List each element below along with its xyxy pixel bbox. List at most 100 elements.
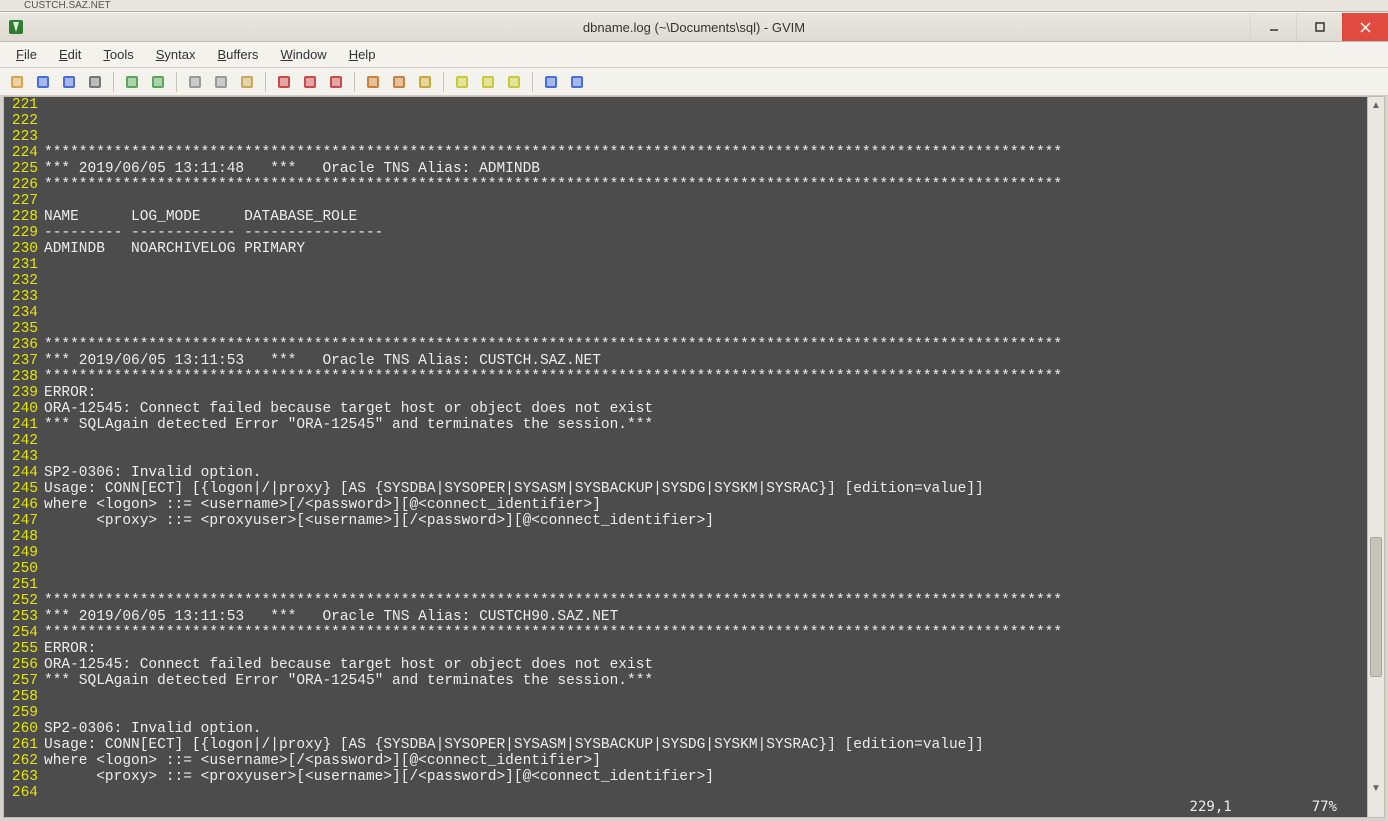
menu-file[interactable]: File (6, 44, 47, 65)
editor-line[interactable]: 260SP2-0306: Invalid option. (4, 721, 1367, 737)
line-content: ****************************************… (44, 625, 1367, 641)
editor-area: 221222223224****************************… (3, 96, 1385, 818)
close-button[interactable] (1342, 13, 1388, 41)
scroll-down-arrow[interactable]: ▼ (1368, 780, 1384, 797)
line-content (44, 273, 1367, 289)
line-content: SP2-0306: Invalid option. (44, 465, 1367, 481)
editor-line[interactable]: 245Usage: CONN[ECT] [{logon|/|proxy} [AS… (4, 481, 1367, 497)
line-number: 229 (4, 225, 44, 241)
find-next-icon[interactable] (299, 71, 321, 93)
editor-line[interactable]: 243 (4, 449, 1367, 465)
save-all-icon[interactable] (58, 71, 80, 93)
line-content: ****************************************… (44, 145, 1367, 161)
editor-line[interactable]: 249 (4, 545, 1367, 561)
line-content: *** 2019/06/05 13:11:48 *** Oracle TNS A… (44, 161, 1367, 177)
vertical-scrollbar[interactable]: ▲ ▼ (1367, 97, 1384, 817)
editor-line[interactable]: 241*** SQLAgain detected Error "ORA-1254… (4, 417, 1367, 433)
menu-edit[interactable]: Edit (49, 44, 91, 65)
editor-line[interactable]: 223 (4, 129, 1367, 145)
tag-icon[interactable] (503, 71, 525, 93)
editor-line[interactable]: 227 (4, 193, 1367, 209)
editor-line[interactable]: 237*** 2019/06/05 13:11:53 *** Oracle TN… (4, 353, 1367, 369)
shell-icon[interactable] (477, 71, 499, 93)
line-number: 259 (4, 705, 44, 721)
editor-line[interactable]: 258 (4, 689, 1367, 705)
menu-buffers[interactable]: Buffers (207, 44, 268, 65)
line-content (44, 545, 1367, 561)
save-session-icon[interactable] (388, 71, 410, 93)
editor-line[interactable]: 225*** 2019/06/05 13:11:48 *** Oracle TN… (4, 161, 1367, 177)
editor-line[interactable]: 224*************************************… (4, 145, 1367, 161)
line-content (44, 97, 1367, 113)
editor-line[interactable]: 231 (4, 257, 1367, 273)
editor-line[interactable]: 240ORA-12545: Connect failed because tar… (4, 401, 1367, 417)
line-content: ****************************************… (44, 369, 1367, 385)
menu-help[interactable]: Help (339, 44, 386, 65)
editor-line[interactable]: 232 (4, 273, 1367, 289)
editor-line[interactable]: 238*************************************… (4, 369, 1367, 385)
line-number: 225 (4, 161, 44, 177)
load-session-icon[interactable] (362, 71, 384, 93)
scroll-thumb[interactable] (1370, 537, 1382, 677)
menu-window[interactable]: Window (270, 44, 336, 65)
editor-line[interactable]: 247 <proxy> ::= <proxyuser>[<username>][… (4, 513, 1367, 529)
minimize-button[interactable] (1250, 13, 1296, 41)
line-content (44, 529, 1367, 545)
line-number: 240 (4, 401, 44, 417)
editor-line[interactable]: 242 (4, 433, 1367, 449)
scroll-up-arrow[interactable]: ▲ (1368, 97, 1384, 114)
editor-line[interactable]: 262where <logon> ::= <username>[/<passwo… (4, 753, 1367, 769)
editor-line[interactable]: 233 (4, 289, 1367, 305)
help-icon[interactable] (540, 71, 562, 93)
copy-icon[interactable] (210, 71, 232, 93)
line-number: 243 (4, 449, 44, 465)
cut-icon[interactable] (184, 71, 206, 93)
editor-line[interactable]: 222 (4, 113, 1367, 129)
editor-line[interactable]: 259 (4, 705, 1367, 721)
line-number: 245 (4, 481, 44, 497)
run-script-icon[interactable] (414, 71, 436, 93)
line-content: *** 2019/06/05 13:11:53 *** Oracle TNS A… (44, 353, 1367, 369)
editor-line[interactable]: 252*************************************… (4, 593, 1367, 609)
editor-line[interactable]: 253*** 2019/06/05 13:11:53 *** Oracle TN… (4, 609, 1367, 625)
editor-line[interactable]: 228NAME LOG_MODE DATABASE_ROLE (4, 209, 1367, 225)
redo-icon[interactable] (147, 71, 169, 93)
paste-icon[interactable] (236, 71, 258, 93)
cursor-position: 229,1 (1190, 799, 1232, 815)
editor-line[interactable]: 254*************************************… (4, 625, 1367, 641)
line-number: 230 (4, 241, 44, 257)
editor-line[interactable]: 263 <proxy> ::= <proxyuser>[<username>][… (4, 769, 1367, 785)
editor-line[interactable]: 226*************************************… (4, 177, 1367, 193)
editor-line[interactable]: 235 (4, 321, 1367, 337)
editor-line[interactable]: 250 (4, 561, 1367, 577)
editor-line[interactable]: 261Usage: CONN[ECT] [{logon|/|proxy} [AS… (4, 737, 1367, 753)
editor-line[interactable]: 236*************************************… (4, 337, 1367, 353)
print-icon[interactable] (84, 71, 106, 93)
toolbar-separator (532, 72, 533, 92)
menu-tools[interactable]: Tools (93, 44, 143, 65)
menu-syntax[interactable]: Syntax (146, 44, 206, 65)
line-content (44, 689, 1367, 705)
open-icon[interactable] (6, 71, 28, 93)
editor-line[interactable]: 230ADMINDB NOARCHIVELOG PRIMARY (4, 241, 1367, 257)
editor-line[interactable]: 246where <logon> ::= <username>[/<passwo… (4, 497, 1367, 513)
window-titlebar[interactable]: dbname.log (~\Documents\sql) - GVIM (0, 12, 1388, 42)
editor-line[interactable]: 244SP2-0306: Invalid option. (4, 465, 1367, 481)
editor-line[interactable]: 239ERROR: (4, 385, 1367, 401)
save-icon[interactable] (32, 71, 54, 93)
undo-icon[interactable] (121, 71, 143, 93)
find-prev-icon[interactable] (325, 71, 347, 93)
editor-line[interactable]: 257*** SQLAgain detected Error "ORA-1254… (4, 673, 1367, 689)
editor-line[interactable]: 255ERROR: (4, 641, 1367, 657)
editor-line[interactable]: 234 (4, 305, 1367, 321)
maximize-button[interactable] (1296, 13, 1342, 41)
editor-line[interactable]: 221 (4, 97, 1367, 113)
find-help-icon[interactable] (566, 71, 588, 93)
find-icon[interactable] (273, 71, 295, 93)
text-editor[interactable]: 221222223224****************************… (4, 97, 1367, 817)
editor-line[interactable]: 229--------- ------------ --------------… (4, 225, 1367, 241)
editor-line[interactable]: 256ORA-12545: Connect failed because tar… (4, 657, 1367, 673)
editor-line[interactable]: 248 (4, 529, 1367, 545)
make-icon[interactable] (451, 71, 473, 93)
editor-line[interactable]: 251 (4, 577, 1367, 593)
